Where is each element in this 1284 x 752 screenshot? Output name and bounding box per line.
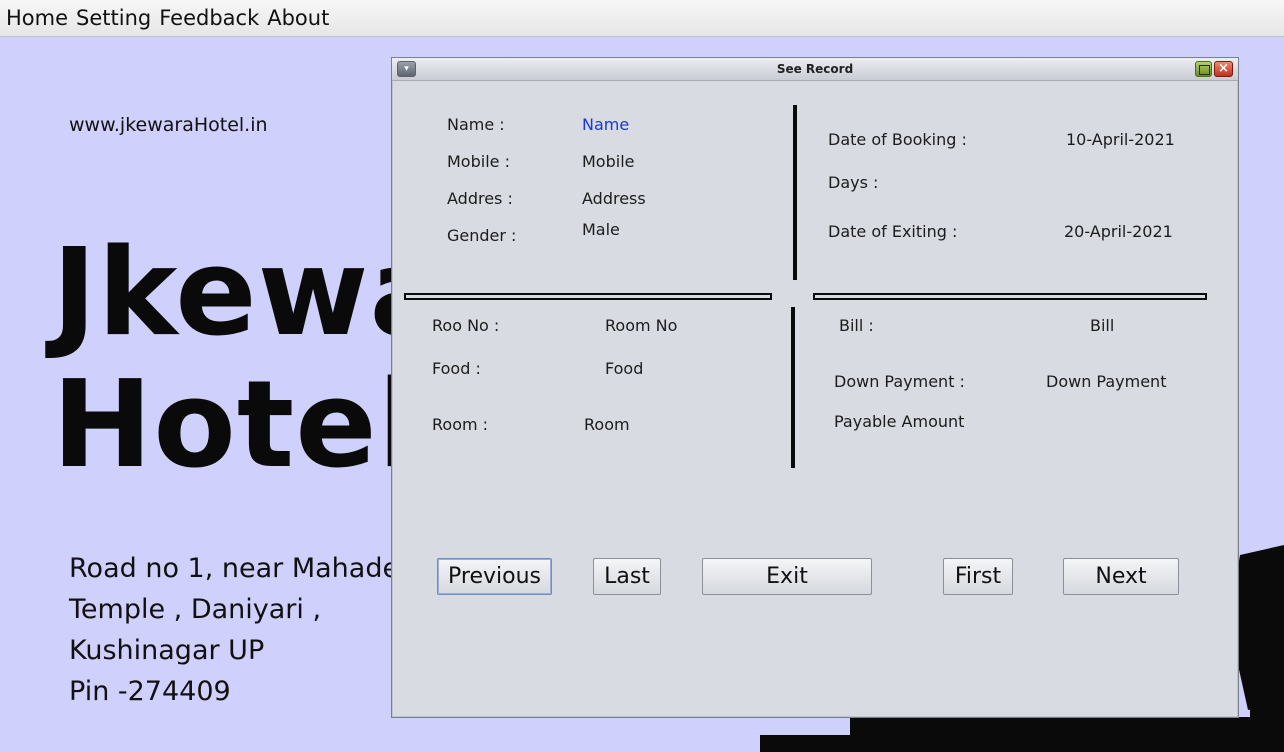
horizontal-divider-right (813, 293, 1207, 300)
menu-bar: Home Setting Feedback About (0, 0, 1284, 37)
first-button[interactable]: First (943, 558, 1013, 595)
address-line-1: Road no 1, near Mahadev (69, 553, 416, 584)
website-url: www.jkewaraHotel.in (69, 114, 268, 136)
address-line-3: Kushinagar UP (69, 635, 265, 666)
menu-setting[interactable]: Setting (76, 6, 151, 30)
room-value: Room (584, 415, 630, 434)
days-label: Days : (828, 173, 879, 192)
see-record-dialog: ▾ See Record × Name : Name Mobile : Mobi… (391, 57, 1239, 718)
bill-value: Bill (1090, 316, 1115, 335)
vertical-divider-top (793, 105, 797, 280)
address-label: Addres : (447, 189, 513, 208)
address-line-4: Pin -274409 (69, 676, 231, 707)
menu-feedback[interactable]: Feedback (159, 6, 259, 30)
last-button[interactable]: Last (593, 558, 661, 595)
bill-label: Bill : (839, 316, 874, 335)
booking-date-label: Date of Booking : (828, 130, 967, 149)
name-label: Name : (447, 115, 505, 134)
address-value: Address (582, 189, 646, 208)
payable-amount-label: Payable Amount (834, 412, 965, 431)
food-value: Food (605, 359, 644, 378)
menu-about[interactable]: About (267, 6, 329, 30)
booking-date-value: 10-April-2021 (1066, 130, 1175, 149)
name-value: Name (582, 115, 630, 134)
close-icon[interactable]: × (1214, 61, 1233, 77)
address-line-2: Temple , Daniyari , (69, 594, 322, 625)
mobile-label: Mobile : (447, 152, 510, 171)
room-no-label: Roo No : (432, 316, 500, 335)
vertical-divider-bottom (791, 307, 795, 468)
dialog-title: See Record (776, 62, 854, 76)
dialog-titlebar[interactable]: ▾ See Record × (392, 58, 1238, 81)
maximize-icon[interactable] (1195, 61, 1212, 77)
exit-button[interactable]: Exit (702, 558, 872, 595)
room-no-value: Room No (605, 316, 678, 335)
previous-button[interactable]: Previous (437, 558, 552, 595)
exiting-date-label: Date of Exiting : (828, 222, 958, 241)
menu-home[interactable]: Home (6, 6, 68, 30)
gender-value: Male (582, 220, 620, 239)
food-label: Food : (432, 359, 481, 378)
dialog-content: Name : Name Mobile : Mobile Addres : Add… (397, 81, 1233, 713)
down-payment-label: Down Payment : (834, 372, 965, 391)
horizontal-divider-left (404, 293, 772, 300)
down-payment-value: Down Payment (1046, 372, 1167, 391)
mobile-value: Mobile (582, 152, 635, 171)
gender-label: Gender : (447, 226, 517, 245)
exiting-date-value: 20-April-2021 (1064, 222, 1173, 241)
next-button[interactable]: Next (1063, 558, 1179, 595)
room-label: Room : (432, 415, 489, 434)
brand-title-line2: Hotel (52, 356, 420, 495)
